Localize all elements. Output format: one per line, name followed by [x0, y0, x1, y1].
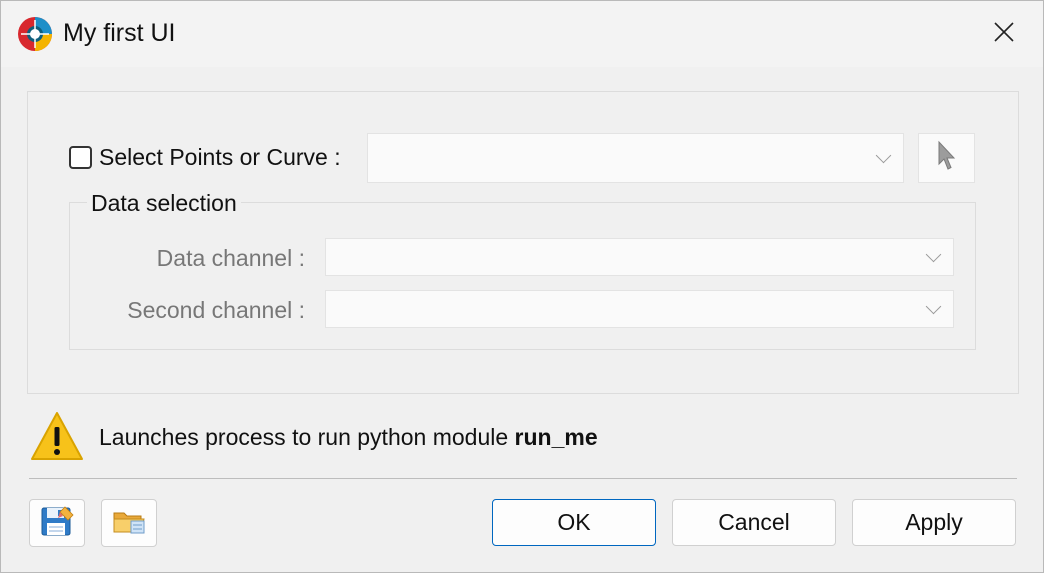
- dialog-window: My first UI Select Points or Curve : Dat…: [0, 0, 1044, 573]
- chevron-down-icon: [875, 147, 892, 164]
- close-button[interactable]: [981, 15, 1027, 53]
- apply-button[interactable]: Apply: [852, 499, 1016, 546]
- title-bar: My first UI: [1, 1, 1043, 67]
- second-channel-combobox[interactable]: [325, 290, 954, 328]
- warning-icon: [29, 409, 85, 465]
- cursor-arrow-icon: [936, 140, 958, 177]
- ok-button[interactable]: OK: [492, 499, 656, 546]
- status-message-text: Launches process to run python module: [99, 424, 515, 450]
- data-selection-title: Data selection: [87, 190, 241, 217]
- window-title: My first UI: [63, 19, 176, 47]
- footer-divider: [29, 478, 1017, 479]
- data-channel-combobox[interactable]: [325, 238, 954, 276]
- load-settings-button[interactable]: [101, 499, 157, 547]
- select-points-checkbox[interactable]: [69, 146, 92, 169]
- save-settings-button[interactable]: [29, 499, 85, 547]
- chevron-down-icon: [925, 298, 942, 315]
- pick-selection-button[interactable]: [918, 133, 975, 183]
- second-channel-label: Second channel :: [127, 297, 305, 323]
- app-logo-icon: [17, 16, 53, 52]
- open-folder-icon: [111, 505, 147, 542]
- save-icon: [39, 504, 75, 543]
- module-name: run_me: [514, 424, 598, 450]
- close-icon: [993, 21, 1015, 48]
- cancel-button[interactable]: Cancel: [672, 499, 836, 546]
- status-message: Launches process to run python module ru…: [99, 424, 598, 451]
- chevron-down-icon: [925, 246, 942, 263]
- data-channel-label: Data channel :: [156, 245, 305, 271]
- points-curve-combobox[interactable]: [367, 133, 904, 183]
- select-points-label: Select Points or Curve :: [99, 144, 341, 170]
